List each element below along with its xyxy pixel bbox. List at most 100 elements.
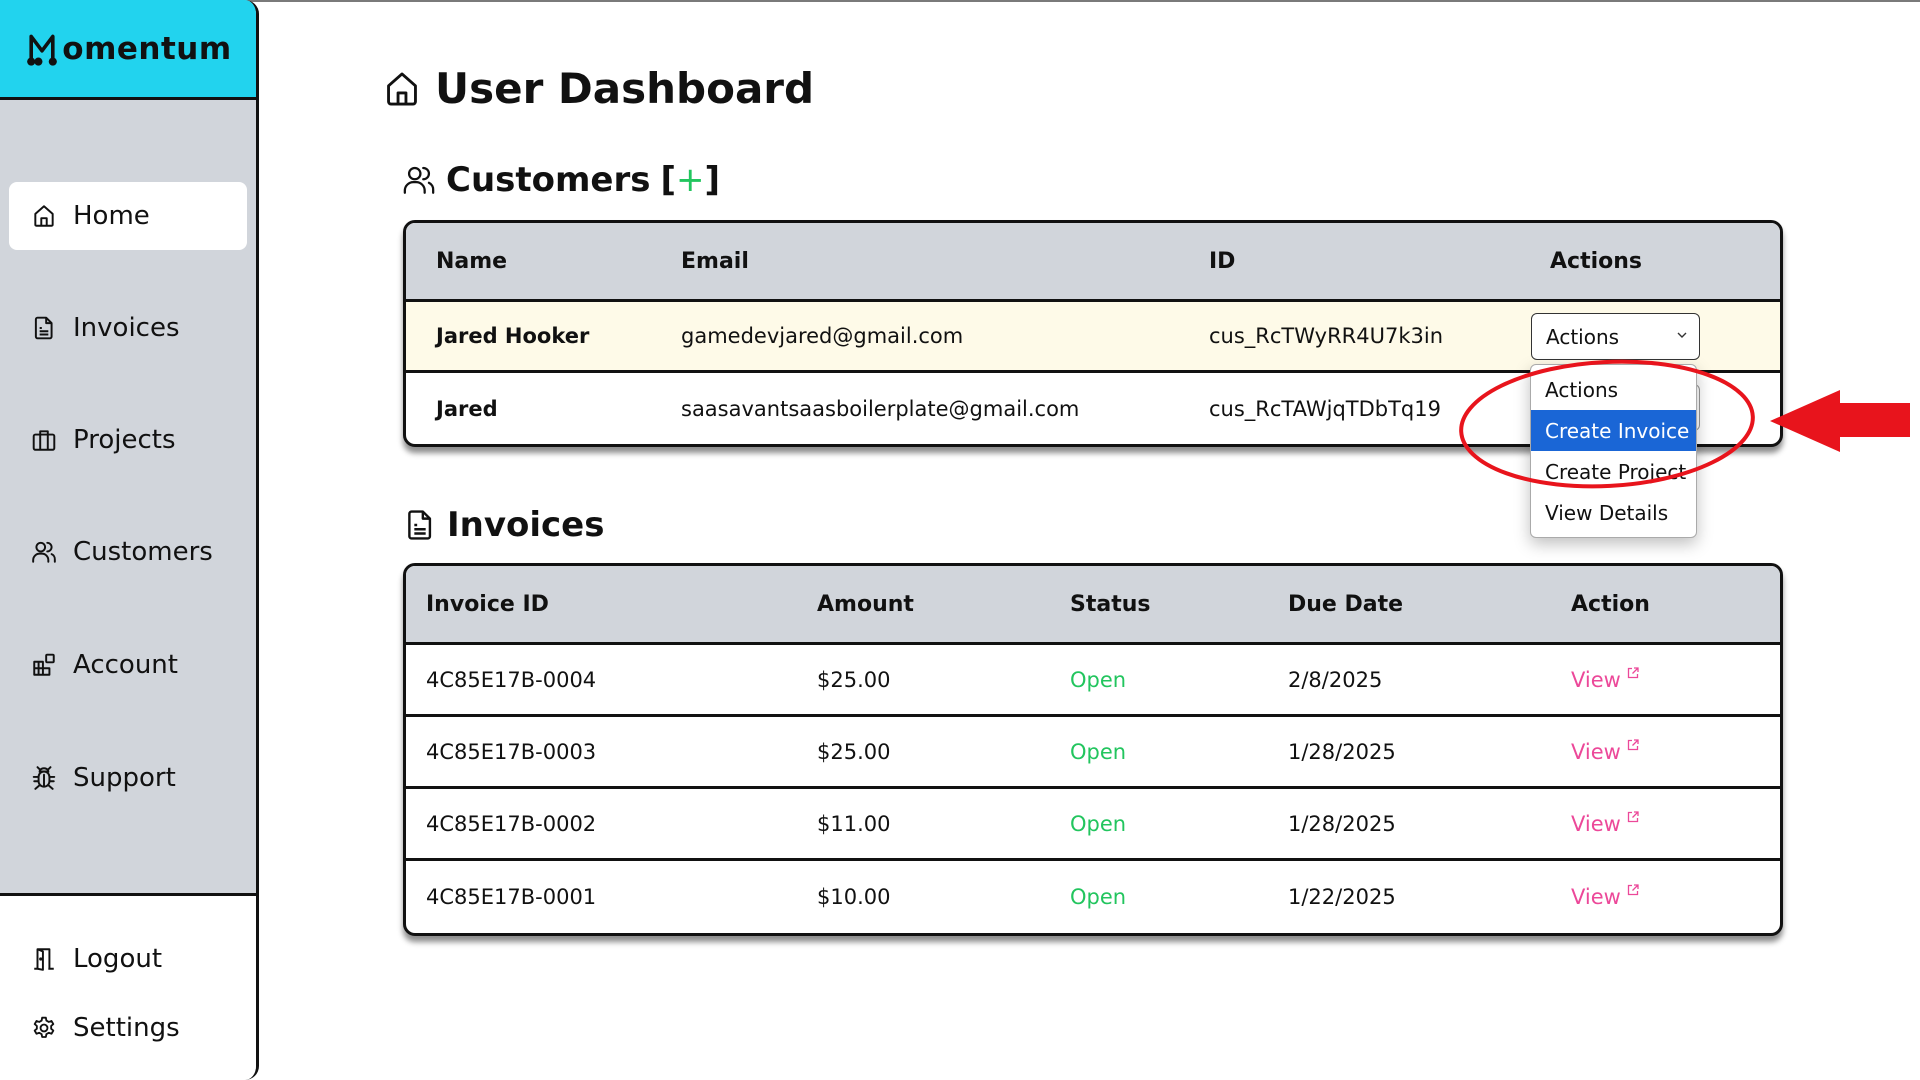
invoice-id: 4C85E17B-0002 (426, 811, 597, 836)
arrow-left-icon (1770, 390, 1910, 452)
invoice-id: 4C85E17B-0003 (426, 739, 597, 764)
table-row: 4C85E17B-0001 $10.00 Open 1/22/2025 View (406, 861, 1780, 933)
menu-option-view-details[interactable]: View Details (1531, 492, 1696, 533)
invoice-due-date: 2/8/2025 (1288, 667, 1383, 692)
brand-name: omentum (62, 30, 232, 67)
invoices-heading-text: Invoices (447, 505, 605, 545)
view-invoice-link[interactable]: View (1571, 666, 1640, 692)
customer-email: gamedevjared@gmail.com (681, 324, 964, 348)
table-row: 4C85E17B-0002 $11.00 Open 1/28/2025 View (406, 789, 1780, 861)
bracket-close: ] (704, 160, 721, 200)
sidebar-item-support[interactable]: Support (9, 744, 247, 812)
menu-option-create-invoice[interactable]: Create Invoice (1531, 410, 1696, 451)
page-title: User Dashboard (383, 64, 814, 113)
col-header-due-date: Due Date (1288, 591, 1404, 617)
sidebar-footer: Logout Settings (0, 893, 256, 1080)
col-header-invoice-id: Invoice ID (426, 591, 549, 617)
grid-icon (33, 653, 55, 676)
invoices-table: Invoice ID Amount Status Due Date Action… (403, 563, 1783, 936)
sidebar-item-label: Home (73, 201, 150, 231)
sidebar-item-label: Projects (73, 425, 176, 455)
customer-name: Jared (436, 396, 498, 421)
col-header-amount: Amount (817, 591, 914, 617)
external-link-icon (1627, 884, 1639, 896)
add-customer-button[interactable]: [+] (661, 160, 721, 200)
momentum-logo-icon (27, 34, 58, 66)
col-header-id: ID (1209, 248, 1236, 274)
sidebar-item-customers[interactable]: Customers (9, 518, 247, 586)
external-link-icon (1627, 738, 1639, 750)
table-row: 4C85E17B-0003 $25.00 Open 1/28/2025 View (406, 717, 1780, 789)
customer-email: saasavantsaasboilerplate@gmail.com (681, 396, 1080, 421)
view-invoice-link[interactable]: View (1571, 810, 1640, 836)
table-header: Invoice ID Amount Status Due Date Action (406, 566, 1780, 645)
users-icon (403, 166, 435, 194)
customer-name: Jared Hooker (436, 324, 590, 348)
view-link-label: View (1571, 667, 1621, 692)
customer-id: cus_RcTAWjqTDbTq19 (1209, 396, 1441, 421)
gear-icon (33, 1016, 55, 1038)
window-top-border (0, 0, 1920, 2)
plus-icon: + (676, 160, 705, 200)
users-icon (32, 541, 56, 563)
brand-logo[interactable]: omentum (0, 0, 256, 100)
table-row: Jared Hooker gamedevjared@gmail.com cus_… (406, 302, 1780, 373)
sidebar-item-account[interactable]: Account (9, 631, 247, 699)
customer-id: cus_RcTWyRR4U7k3in (1209, 324, 1444, 348)
sidebar: omentum Home Invoices Projects Customers… (0, 0, 259, 1080)
sidebar-item-logout[interactable]: Logout (9, 925, 247, 993)
view-invoice-link[interactable]: View (1571, 884, 1640, 909)
menu-option-create-project[interactable]: Create Project (1531, 451, 1696, 492)
table-header: Name Email ID Actions (406, 223, 1780, 302)
home-icon (387, 72, 417, 105)
col-header-actions: Actions (1550, 248, 1642, 274)
sidebar-item-label: Customers (73, 537, 213, 567)
invoice-due-date: 1/28/2025 (1288, 739, 1396, 764)
col-header-action: Action (1571, 591, 1650, 617)
status-badge: Open (1070, 885, 1127, 909)
status-badge: Open (1070, 811, 1127, 836)
door-icon (34, 948, 54, 971)
sidebar-item-label: Account (73, 650, 178, 680)
view-link-label: View (1571, 885, 1621, 909)
invoice-due-date: 1/22/2025 (1288, 885, 1396, 909)
invoice-amount: $25.00 (817, 739, 891, 764)
actions-select[interactable]: Actions (1531, 313, 1700, 360)
invoice-amount: $25.00 (817, 667, 891, 692)
chevron-down-icon (1677, 332, 1687, 338)
view-link-label: View (1571, 811, 1621, 836)
sidebar-item-label: Invoices (73, 313, 180, 343)
customers-heading-text: Customers (446, 160, 651, 200)
status-badge: Open (1070, 739, 1127, 764)
status-badge: Open (1070, 667, 1127, 692)
external-link-icon (1627, 810, 1639, 822)
menu-option-actions[interactable]: Actions (1531, 369, 1696, 410)
external-link-icon (1627, 666, 1639, 678)
sidebar-item-label: Support (73, 763, 176, 793)
sidebar-item-label: Settings (73, 1013, 180, 1043)
col-header-status: Status (1070, 591, 1151, 617)
sidebar-item-label: Logout (73, 944, 163, 974)
bracket-open: [ (660, 160, 677, 200)
col-header-email: Email (681, 248, 749, 274)
invoice-amount: $10.00 (817, 885, 891, 909)
invoice-id: 4C85E17B-0004 (426, 667, 597, 692)
table-row: 4C85E17B-0004 $25.00 Open 2/8/2025 View (406, 645, 1780, 717)
sidebar-item-settings[interactable]: Settings (9, 994, 247, 1062)
view-invoice-link[interactable]: View (1571, 738, 1640, 764)
view-link-label: View (1571, 739, 1621, 764)
invoices-heading: Invoices (403, 505, 604, 545)
page-title-text: User Dashboard (435, 64, 815, 113)
sidebar-item-invoices[interactable]: Invoices (9, 294, 247, 362)
document-icon (408, 510, 432, 540)
actions-dropdown-menu: Actions Create Invoice Create Project Vi… (1530, 364, 1697, 538)
invoice-due-date: 1/28/2025 (1288, 811, 1396, 836)
briefcase-icon (32, 430, 56, 451)
sidebar-item-projects[interactable]: Projects (9, 406, 247, 474)
customers-heading: Customers [+] (402, 160, 720, 200)
bug-icon (32, 766, 56, 790)
sidebar-item-home[interactable]: Home (9, 182, 247, 250)
invoice-id: 4C85E17B-0001 (426, 885, 597, 909)
invoice-amount: $11.00 (817, 811, 891, 836)
home-icon (34, 205, 54, 227)
